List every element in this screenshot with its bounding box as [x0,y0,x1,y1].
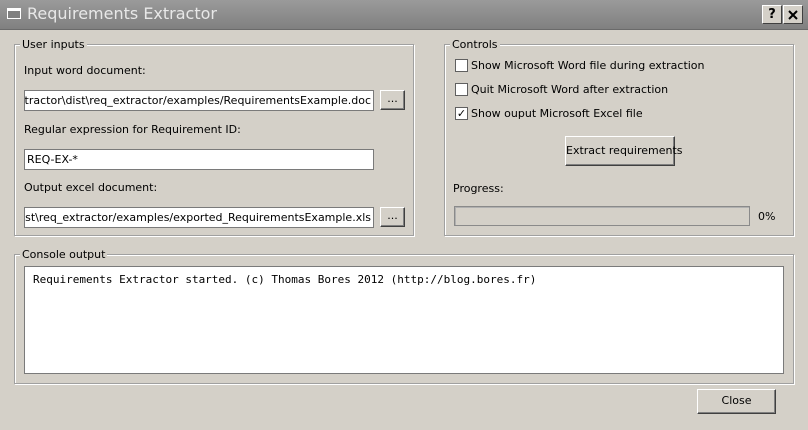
output-excel-value: actor\dist\req_extractor/examples/export… [25,211,371,224]
quit-word-checkbox[interactable] [455,83,468,96]
check-mark-icon: ✓ [456,107,467,120]
console-output-text[interactable]: Requirements Extractor started. (c) Thom… [24,266,784,374]
output-excel-field[interactable]: actor\dist\req_extractor/examples/export… [24,207,374,228]
browse-output-button[interactable]: ... [380,207,405,227]
browse-input-button[interactable]: ... [380,90,405,110]
console-output-title: Console output [20,248,108,261]
input-word-value: \req_extractor\dist\req_extractor/exampl… [24,94,371,107]
close-window-button[interactable] [783,5,803,24]
title-bar: Requirements Extractor ? [0,0,808,30]
show-word-checkbox[interactable] [455,59,468,72]
show-excel-label: Show ouput Microsoft Excel file [471,107,643,120]
regex-field[interactable]: REQ-EX-* [24,149,374,170]
input-word-field[interactable]: \req_extractor\dist\req_extractor/exampl… [24,90,374,111]
show-excel-checkbox[interactable]: ✓ [455,107,468,120]
help-button[interactable]: ? [762,5,782,24]
controls-title: Controls [450,38,500,51]
output-excel-label: Output excel document: [24,181,158,194]
close-button[interactable]: Close [697,389,776,414]
input-word-label: Input word document: [24,64,146,77]
app-window-icon [7,8,21,19]
progress-bar [454,206,750,226]
progress-percent: 0% [758,210,776,223]
show-word-label: Show Microsoft Word file during extracti… [471,59,705,72]
user-inputs-title: User inputs [20,38,87,51]
progress-label: Progress: [453,182,504,195]
quit-word-label: Quit Microsoft Word after extraction [471,83,669,96]
close-icon [788,10,798,20]
extract-requirements-button[interactable]: Extract requirements [565,136,683,166]
regex-label: Regular expression for Requirement ID: [24,123,241,136]
window-title: Requirements Extractor [27,4,217,23]
